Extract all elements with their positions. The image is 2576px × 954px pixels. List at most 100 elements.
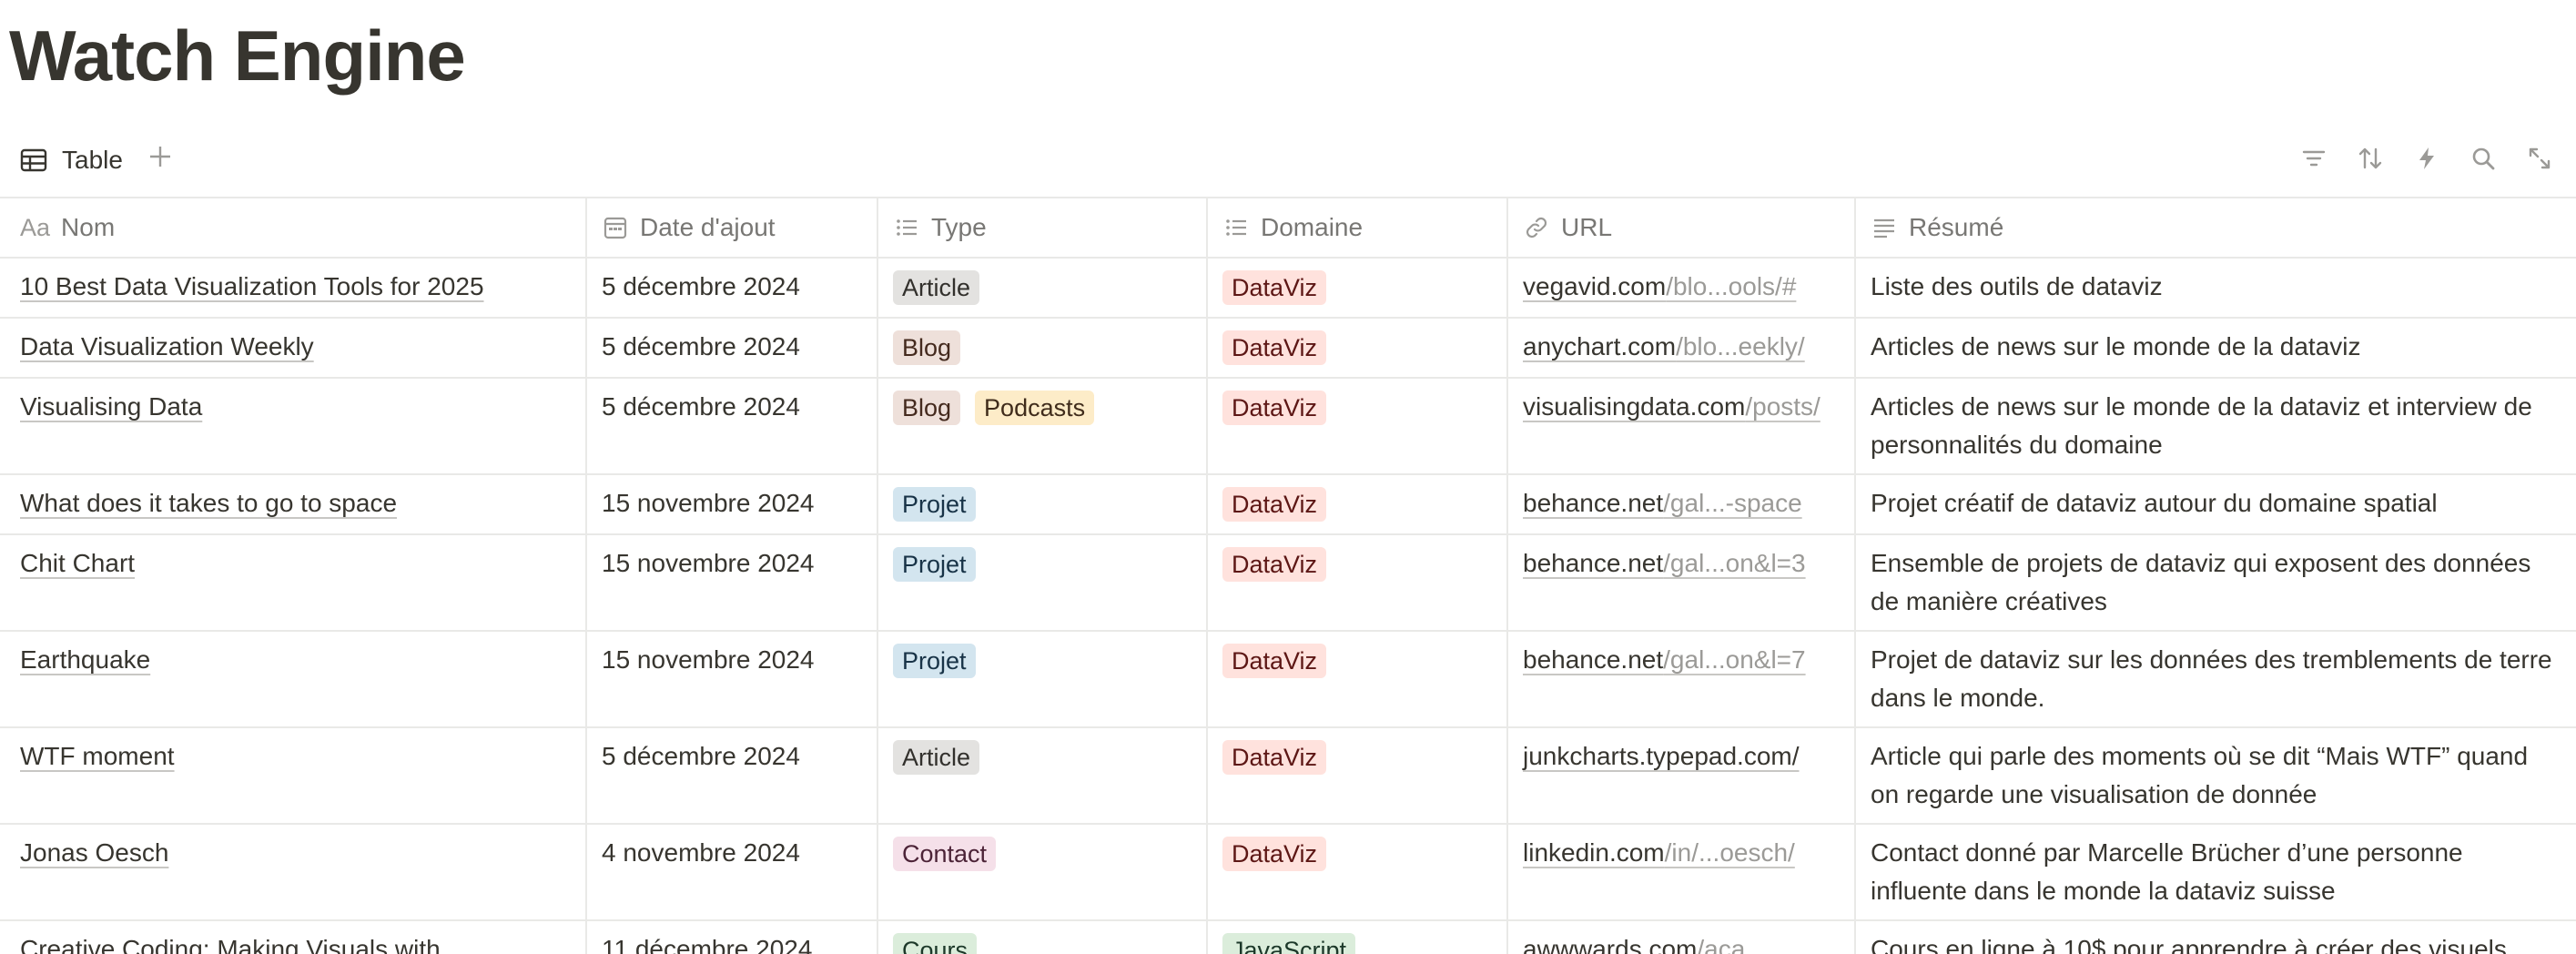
cell-resume[interactable]: Articles de news sur le monde de la data… (1856, 379, 2576, 473)
cell-url[interactable]: junkcharts.typepad.com/ (1508, 728, 1856, 823)
cell-date[interactable]: 5 décembre 2024 (587, 379, 878, 473)
cell-domaine[interactable]: DataViz (1208, 632, 1508, 726)
cell-nom[interactable]: What does it takes to go to space (0, 475, 587, 533)
cell-url[interactable]: linkedin.com/in/...oesch/ (1508, 825, 1856, 919)
cell-date[interactable]: 5 décembre 2024 (587, 728, 878, 823)
url-link[interactable]: anychart.com/blo...eekly/ (1523, 332, 1805, 360)
cell-date[interactable]: 15 novembre 2024 (587, 475, 878, 533)
cell-resume[interactable]: Projet créatif de dataviz autour du doma… (1856, 475, 2576, 533)
column-header-date[interactable]: Date d'ajout (587, 198, 878, 257)
search-button[interactable] (2465, 142, 2501, 178)
table-row[interactable]: Creative Coding: Making Visuals with 11 d… (0, 921, 2576, 954)
table-row[interactable]: 10 Best Data Visualization Tools for 202… (0, 259, 2576, 319)
cell-domaine[interactable]: DataViz (1208, 825, 1508, 919)
column-header-url[interactable]: URL (1508, 198, 1856, 257)
row-title-link[interactable]: Earthquake (20, 645, 150, 674)
cell-type[interactable]: Projet (878, 475, 1208, 533)
cell-url[interactable]: behance.net/gal...on&l=7 (1508, 632, 1856, 726)
table-row[interactable]: Jonas Oesch 4 novembre 2024 Contact DataViz… (0, 825, 2576, 921)
tab-table-label: Table (62, 146, 123, 174)
cell-domaine[interactable]: DataViz (1208, 259, 1508, 317)
url-link[interactable]: vegavid.com/blo...ools/# (1523, 272, 1796, 300)
cell-resume[interactable]: Ensemble de projets de dataviz qui expos… (1856, 535, 2576, 630)
cell-date[interactable]: 11 décembre 2024 (587, 921, 878, 954)
cell-domaine[interactable]: DataViz (1208, 475, 1508, 533)
expand-button[interactable] (2521, 142, 2558, 178)
cell-type[interactable]: Contact (878, 825, 1208, 919)
page-title[interactable]: Watch Engine (9, 7, 466, 104)
automation-button[interactable] (2409, 142, 2445, 178)
column-header-nom[interactable]: Aa Nom (0, 198, 587, 257)
tab-table[interactable]: Table (18, 140, 123, 180)
cell-nom[interactable]: Creative Coding: Making Visuals with (0, 921, 587, 954)
cell-url[interactable]: awwwards.com/aca... (1508, 921, 1856, 954)
table-row[interactable]: Earthquake 15 novembre 2024 Projet DataViz b… (0, 632, 2576, 728)
cell-resume[interactable]: Cours en ligne à 10$ pour apprendre à cr… (1856, 921, 2576, 954)
table-row[interactable]: WTF moment 5 décembre 2024 Article DataViz j… (0, 728, 2576, 825)
sort-button[interactable] (2352, 142, 2388, 178)
cell-domaine[interactable]: DataViz (1208, 728, 1508, 823)
cell-nom[interactable]: Visualising Data (0, 379, 587, 473)
cell-nom[interactable]: 10 Best Data Visualization Tools for 202… (0, 259, 587, 317)
cell-domaine[interactable]: DataViz (1208, 379, 1508, 473)
url-link[interactable]: awwwards.com/aca... (1523, 935, 1767, 954)
cell-resume[interactable]: Liste des outils de dataviz (1856, 259, 2576, 317)
cell-resume[interactable]: Articles de news sur le monde de la data… (1856, 319, 2576, 377)
cell-url[interactable]: behance.net/gal...-space (1508, 475, 1856, 533)
cell-nom[interactable]: Chit Chart (0, 535, 587, 630)
row-title-link[interactable]: 10 Best Data Visualization Tools for 202… (20, 272, 484, 300)
cell-domaine[interactable]: JavaScript (1208, 921, 1508, 954)
cell-type[interactable]: Blog Podcasts (878, 379, 1208, 473)
cell-nom[interactable]: Jonas Oesch (0, 825, 587, 919)
table-row[interactable]: What does it takes to go to space 15 nove… (0, 475, 2576, 535)
table-row[interactable]: Data Visualization Weekly 5 décembre 2024… (0, 319, 2576, 379)
url-link[interactable]: junkcharts.typepad.com/ (1523, 742, 1800, 770)
row-title-link[interactable]: Data Visualization Weekly (20, 332, 314, 360)
cell-domaine[interactable]: DataViz (1208, 535, 1508, 630)
table-row[interactable]: Chit Chart 15 novembre 2024 Projet DataViz b… (0, 535, 2576, 632)
column-header-domaine[interactable]: Domaine (1208, 198, 1508, 257)
cell-url[interactable]: vegavid.com/blo...ools/# (1508, 259, 1856, 317)
column-header-type[interactable]: Type (878, 198, 1208, 257)
cell-type[interactable]: Projet (878, 632, 1208, 726)
table-row[interactable]: Visualising Data 5 décembre 2024 Blog Podca… (0, 379, 2576, 475)
row-title-link[interactable]: What does it takes to go to space (20, 489, 397, 517)
cell-url[interactable]: anychart.com/blo...eekly/ (1508, 319, 1856, 377)
row-title-link[interactable]: WTF moment (20, 742, 175, 770)
tag-list: DataViz (1222, 328, 1492, 365)
cell-date[interactable]: 15 novembre 2024 (587, 632, 878, 726)
cell-date[interactable]: 5 décembre 2024 (587, 319, 878, 377)
cell-resume[interactable]: Projet de dataviz sur les données des tr… (1856, 632, 2576, 726)
row-title-link[interactable]: Jonas Oesch (20, 838, 168, 867)
cell-date[interactable]: 5 décembre 2024 (587, 259, 878, 317)
row-title-link[interactable]: Visualising Data (20, 392, 202, 421)
cell-nom[interactable]: WTF moment (0, 728, 587, 823)
cell-resume[interactable]: Article qui parle des moments où se dit … (1856, 728, 2576, 823)
add-view-button[interactable] (144, 142, 177, 175)
cell-nom[interactable]: Earthquake (0, 632, 587, 726)
url-link[interactable]: behance.net/gal...-space (1523, 489, 1802, 517)
url-host: awwwards.com (1523, 935, 1698, 954)
url-link[interactable]: visualisingdata.com/posts/ (1523, 392, 1820, 421)
cell-type[interactable]: Cours (878, 921, 1208, 954)
url-link[interactable]: linkedin.com/in/...oesch/ (1523, 838, 1795, 867)
tag-list: Projet (893, 641, 1192, 678)
cell-type[interactable]: Article (878, 259, 1208, 317)
cell-nom[interactable]: Data Visualization Weekly (0, 319, 587, 377)
cell-type[interactable]: Article (878, 728, 1208, 823)
cell-type[interactable]: Blog (878, 319, 1208, 377)
column-header-resume[interactable]: Résumé (1856, 198, 2576, 257)
row-title-link[interactable]: Creative Coding: Making Visuals with (20, 935, 441, 954)
tag-list: Projet (893, 544, 1192, 582)
cell-url[interactable]: visualisingdata.com/posts/ (1508, 379, 1856, 473)
cell-type[interactable]: Projet (878, 535, 1208, 630)
url-link[interactable]: behance.net/gal...on&l=3 (1523, 549, 1806, 577)
cell-resume[interactable]: Contact donné par Marcelle Brücher d’une… (1856, 825, 2576, 919)
url-link[interactable]: behance.net/gal...on&l=7 (1523, 645, 1806, 674)
cell-date[interactable]: 15 novembre 2024 (587, 535, 878, 630)
filter-button[interactable] (2296, 142, 2332, 178)
cell-url[interactable]: behance.net/gal...on&l=3 (1508, 535, 1856, 630)
cell-date[interactable]: 4 novembre 2024 (587, 825, 878, 919)
row-title-link[interactable]: Chit Chart (20, 549, 135, 577)
cell-domaine[interactable]: DataViz (1208, 319, 1508, 377)
